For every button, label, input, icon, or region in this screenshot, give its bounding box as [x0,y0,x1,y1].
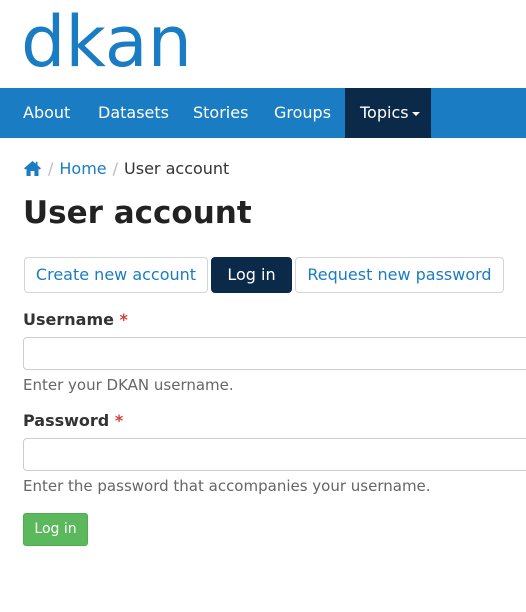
username-label-text: Username [23,310,114,329]
breadcrumb-separator: / [112,159,119,178]
site-logo[interactable]: dkan [21,3,192,81]
nav-item-stories[interactable]: Stories [193,88,248,138]
nav-item-label: Groups [274,103,332,122]
nav-item-datasets[interactable]: Datasets [98,88,169,138]
nav-item-groups[interactable]: Groups [274,88,331,138]
page-title: User account [23,195,252,231]
username-input[interactable] [23,337,526,370]
caret-down-icon [411,111,420,116]
nav-item-topics[interactable]: Topics [345,88,431,138]
nav-item-about[interactable]: About [23,88,70,138]
page: dkan About Datasets Stories Groups Topic… [0,0,526,612]
breadcrumb-current: User account [124,159,230,178]
password-label-text: Password [23,411,110,430]
breadcrumb-home-link[interactable]: Home [59,159,106,178]
username-help-text: Enter your DKAN username. [23,376,234,394]
password-help-text: Enter the password that accompanies your… [23,477,431,495]
tab-log-in[interactable]: Log in [211,257,292,293]
breadcrumb-separator: / [48,159,54,178]
nav-item-label: Stories [193,103,249,122]
password-label: Password * [23,409,123,433]
home-icon[interactable] [23,160,42,184]
breadcrumb: / Home / User account [23,157,229,181]
username-label: Username * [23,308,128,332]
nav-item-label: Datasets [98,103,169,122]
tab-create-new-account[interactable]: Create new account [24,257,208,293]
nav-item-label: Topics [360,103,409,122]
required-marker: * [119,310,128,329]
nav-item-label: About [23,103,71,122]
site-header: dkan [0,0,526,88]
log-in-button[interactable]: Log in [23,513,88,546]
password-input[interactable] [23,438,526,471]
required-marker: * [114,411,124,430]
main-navigation: About Datasets Stories Groups Topics [0,88,526,138]
tab-request-new-password[interactable]: Request new password [295,257,504,293]
